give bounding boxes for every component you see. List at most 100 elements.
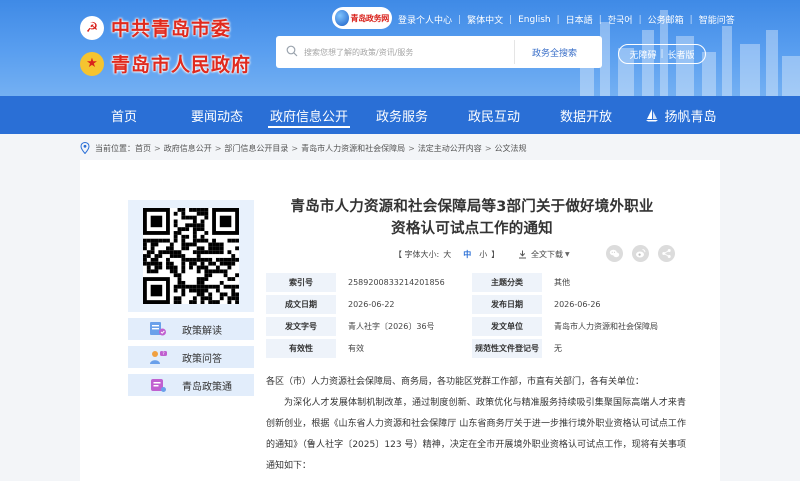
elder-mode-button[interactable]: 长者版	[668, 48, 695, 61]
sidebar-item-policy-reading[interactable]: 政策解读	[128, 318, 254, 340]
article-paragraph: 各区（市）人力资源社会保障局、商务局，各功能区党群工作部，市直有关部门，各有关单…	[266, 377, 645, 387]
sidebar-item-label: 青岛政策通	[182, 381, 232, 393]
breadcrumb-item[interactable]: 政府信息公开	[164, 143, 212, 154]
location-pin-icon	[80, 142, 90, 154]
qr-code-box	[128, 200, 254, 312]
font-size-large[interactable]: 大	[443, 249, 451, 260]
font-size-medium[interactable]: 中	[463, 249, 471, 260]
metadata-table: 索引号 2589200833214201856 主题分类 其他 成文日期 2026-06-…	[266, 270, 678, 361]
party-committee-name: 中共青岛市委	[111, 18, 232, 40]
metadata-row: 有效性 有效 规范性文件登记号无	[266, 339, 678, 358]
share-weibo-button[interactable]	[632, 245, 649, 262]
wechat-icon	[609, 249, 620, 258]
metadata-key: 发文字号	[266, 317, 336, 336]
font-size-close: 】	[491, 250, 500, 259]
english-link[interactable]: English	[518, 15, 551, 25]
search-bar: 政务全搜索	[276, 36, 602, 68]
nav-home[interactable]: 首页	[96, 96, 152, 134]
metadata-value: 2589200833214201856	[336, 273, 472, 292]
nav-news[interactable]: 要闻动态	[184, 96, 250, 134]
nav-interaction[interactable]: 政民互动	[462, 96, 526, 134]
share-icon	[662, 249, 671, 258]
login-link[interactable]: 登录个人中心	[398, 13, 452, 26]
article-tools: 【 字体大小: 大 中 小 】 全文下载 ▼	[266, 244, 678, 264]
metadata-key: 索引号	[266, 273, 336, 292]
breadcrumb-item[interactable]: 首页	[135, 143, 151, 154]
sidebar-item-policy-link[interactable]: 青岛政策通	[128, 374, 254, 396]
breadcrumb-item[interactable]: 法定主动公开内容	[418, 143, 482, 154]
download-label: 全文下载	[531, 250, 563, 259]
main-nav: 首页 要闻动态 政府信息公开 政务服务 政民互动 数据开放 扬帆青岛	[0, 96, 800, 134]
download-button[interactable]: 全文下载 ▼	[518, 249, 570, 260]
share-wechat-button[interactable]	[606, 245, 623, 262]
party-emblem-icon: ☭	[80, 15, 104, 40]
metadata-value: 无	[542, 339, 678, 358]
font-size-selector: 【 字体大小: 大 中 小 】	[394, 249, 499, 260]
metadata-key: 规范性文件登记号	[472, 339, 542, 358]
nav-gov-services[interactable]: 政务服务	[370, 96, 434, 134]
policy-reading-icon	[150, 322, 166, 336]
metadata-key: 主题分类	[472, 273, 542, 292]
government-logo[interactable]: ★ 青岛市人民政府	[80, 50, 251, 77]
qr-code-icon	[143, 208, 239, 304]
metadata-key: 成文日期	[266, 295, 336, 314]
metadata-key: 发布日期	[472, 295, 542, 314]
font-size-small[interactable]: 小	[479, 249, 487, 260]
metadata-value: 2026-06-26	[542, 295, 678, 314]
search-button[interactable]: 政务全搜索	[514, 40, 594, 64]
breadcrumb: 当前位置： 首页 > 政府信息公开 > 部门信息公开目录 > 青岛市人力资源和社会保障…	[80, 140, 527, 156]
sail-icon	[646, 109, 659, 122]
smart-qa-link[interactable]: 智能问答	[699, 13, 735, 26]
search-icon	[286, 45, 298, 57]
content-panel: 政策解读 ? 政策问答 青岛政策通 青岛市人力资源和社会保障局等3部门关于做好境…	[80, 160, 720, 481]
globe-icon	[335, 10, 349, 26]
national-emblem-icon: ★	[80, 51, 104, 76]
nav-gov-info[interactable]: 政府信息公开	[268, 96, 350, 134]
article-body: 各区（市）人力资源社会保障局、商务局，各功能区党群工作部，市直有关部门，各有关单…	[266, 372, 686, 477]
portal-logo[interactable]: 青岛政务网	[332, 7, 392, 29]
download-icon	[519, 250, 526, 259]
official-mail-link[interactable]: 公务邮箱	[648, 13, 684, 26]
breadcrumb-item[interactable]: 青岛市人力资源和社会保障局	[301, 143, 405, 154]
party-logo[interactable]: ☭ 中共青岛市委	[80, 14, 231, 41]
breadcrumb-item[interactable]: 公文法规	[495, 143, 527, 154]
metadata-row: 索引号 2589200833214201856 主题分类 其他	[266, 273, 678, 292]
sidebar-item-label: 政策问答	[182, 353, 222, 365]
metadata-key: 发文单位	[472, 317, 542, 336]
metadata-row: 成文日期 2026-06-22 发布日期 2026-06-26	[266, 295, 678, 314]
search-input[interactable]	[304, 42, 519, 62]
article-title: 青岛市人力资源和社会保障局等3部门关于做好境外职业 资格认可试点工作的通知	[266, 196, 678, 240]
nav-sail-qingdao[interactable]: 扬帆青岛	[640, 96, 722, 134]
breadcrumb-prefix: 当前位置：	[95, 143, 135, 153]
sidebar-item-policy-qa[interactable]: ? 政策问答	[128, 346, 254, 368]
share-more-button[interactable]	[658, 245, 675, 262]
korean-link[interactable]: 한국어	[608, 13, 633, 26]
metadata-value: 青人社字〔2026〕36号	[336, 317, 472, 336]
nav-open-data[interactable]: 数据开放	[554, 96, 618, 134]
article-paragraph: 为深化人才发展体制机制改革，通过制度创新、政策优化与精准服务持续吸引集聚国际高端…	[266, 398, 686, 471]
site-header: ☭ 中共青岛市委 ★ 青岛市人民政府 青岛政务网 登录个人中心 | 繁体中文 | E…	[0, 0, 800, 96]
article: 青岛市人力资源和社会保障局等3部门关于做好境外职业 资格认可试点工作的通知 【 …	[266, 196, 678, 361]
portal-logo-text: 青岛政务网	[350, 13, 390, 23]
nav-sail-qingdao-label: 扬帆青岛	[664, 109, 717, 125]
barrier-free-button[interactable]: 无障碍	[629, 48, 656, 61]
japanese-link[interactable]: 日本語	[566, 13, 593, 26]
top-links: 登录个人中心 | 繁体中文 | English | 日本語 | 한국어 | 公务邮箱 | 智…	[398, 13, 735, 27]
weibo-icon	[636, 249, 646, 258]
traditional-chinese-link[interactable]: 繁体中文	[467, 13, 503, 26]
metadata-value: 青岛市人力资源和社会保障局	[542, 317, 678, 336]
font-size-label: 【 字体大小:	[394, 250, 440, 259]
metadata-key: 有效性	[266, 339, 336, 358]
metadata-value: 其他	[542, 273, 678, 292]
chevron-down-icon: ▼	[565, 251, 570, 258]
government-name: 青岛市人民政府	[111, 54, 252, 76]
sidebar-item-label: 政策解读	[182, 325, 222, 337]
sidebar: 政策解读 ? 政策问答 青岛政策通	[128, 200, 254, 396]
breadcrumb-item[interactable]: 部门信息公开目录	[224, 143, 288, 154]
policy-qa-icon: ?	[150, 351, 167, 364]
article-title-line: 资格认可试点工作的通知	[391, 221, 553, 237]
metadata-value: 2026-06-22	[336, 295, 472, 314]
article-title-line: 青岛市人力资源和社会保障局等3部门关于做好境外职业	[290, 199, 654, 215]
policy-link-icon	[151, 379, 166, 392]
metadata-row: 发文字号 青人社字〔2026〕36号 发文单位 青岛市人力资源和社会保障局	[266, 317, 678, 336]
